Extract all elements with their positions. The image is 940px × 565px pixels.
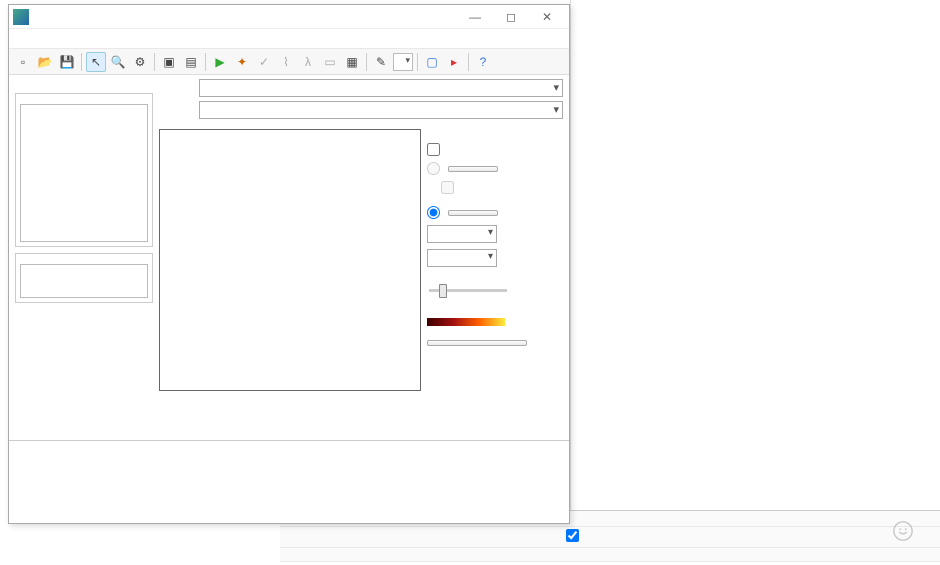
copy-icon[interactable]: ▣ [159,52,179,72]
colormap-bar [427,318,505,326]
time-radio[interactable] [427,162,444,175]
menu-bar [9,29,569,49]
data-info-title [16,94,152,100]
model-info-box[interactable] [20,264,148,298]
page-icon[interactable]: ▦ [342,52,362,72]
data-combo[interactable] [199,79,563,97]
stretch-slider[interactable] [429,289,507,292]
lambda-icon[interactable]: λ [298,52,318,72]
menu-options[interactable] [61,37,69,41]
display-icon[interactable]: ▢ [422,52,442,72]
menu-help[interactable] [77,37,85,41]
open-icon[interactable]: 📂 [35,52,55,72]
model-combo[interactable] [199,101,563,119]
app-icon [13,9,29,25]
graph-icon[interactable]: ⌇ [276,52,296,72]
close-button[interactable]: ✕ [529,6,565,28]
heatmap[interactable] [159,129,421,391]
check-icon[interactable]: ✓ [254,52,274,72]
tool-icon[interactable]: ✦ [232,52,252,72]
messages-panel [9,440,569,523]
flag-icon[interactable]: ▸ [444,52,464,72]
maximize-button[interactable]: ◻ [493,6,529,28]
doc-icon[interactable]: ▤ [181,52,201,72]
model-info-title [16,254,152,260]
pencil-icon[interactable]: ✎ [371,52,391,72]
menu-data[interactable] [29,37,37,41]
new-icon[interactable]: ▫ [13,52,33,72]
enforce-checkbox[interactable] [566,529,579,542]
zoom-icon[interactable]: 🔍 [108,52,128,72]
flinear-select[interactable] [427,225,497,243]
data-info-group [15,93,153,247]
magphas-select[interactable] [427,249,497,267]
toolbar: ▫ 📂 💾 ↖ 🔍 ⚙ ▣ ▤ ▶ ✦ ✓ ⌇ λ ▭ ▦ ✎ ▢ ▸ ? [9,49,569,75]
data-info-box[interactable] [20,104,148,242]
book-icon[interactable]: ▭ [320,52,340,72]
range-button-2[interactable] [448,210,498,216]
save-icon[interactable]: 💾 [57,52,77,72]
source-checkbox[interactable] [441,181,527,194]
menu-workspace[interactable] [13,37,21,41]
info-title [15,81,153,87]
range-button-1[interactable] [448,166,498,172]
settings-icon[interactable]: ⚙ [130,52,150,72]
idem-window: — ◻ ✕ ▫ 📂 💾 ↖ 🔍 ⚙ ▣ ▤ ▶ ✦ ✓ ⌇ λ ▭ ▦ ✎ ▢ [8,4,570,524]
run-icon[interactable]: ▶ [210,52,230,72]
model-info-group [15,253,153,303]
title-bar[interactable]: — ◻ ✕ [9,5,569,29]
minimize-button[interactable]: — [457,6,493,28]
watermark [892,520,920,542]
messages-box[interactable] [17,447,561,519]
freq-radio[interactable] [427,206,444,219]
pointer-icon[interactable]: ↖ [86,52,106,72]
help-icon[interactable]: ? [473,52,493,72]
one-figure-checkbox[interactable] [427,143,527,156]
menu-model[interactable] [45,37,53,41]
toolbar-combo[interactable] [393,53,413,71]
close-all-figs-button[interactable] [427,340,527,346]
